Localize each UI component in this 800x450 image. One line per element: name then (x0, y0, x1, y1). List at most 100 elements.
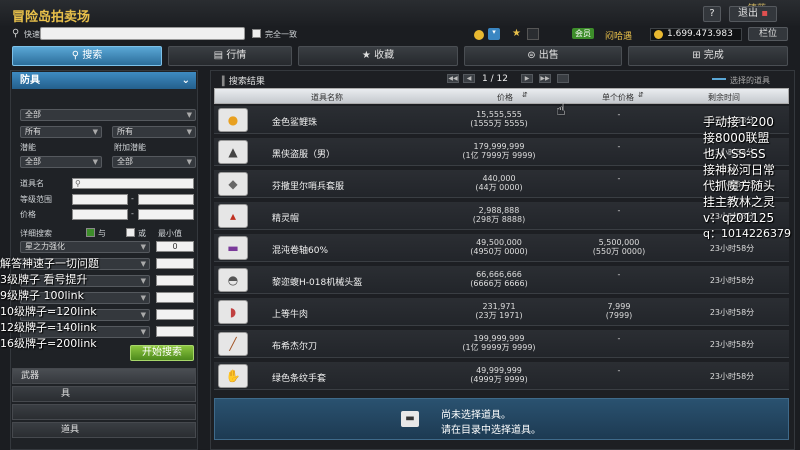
item-name: 黎迩蝮H-018机械头盔 (272, 278, 363, 288)
stat-min-input-5[interactable] (156, 309, 194, 320)
category-weapon[interactable]: 武器 (12, 368, 196, 384)
or-label: 或 (138, 229, 146, 238)
col-unit-price[interactable]: 单个价格 (602, 92, 634, 103)
job-select[interactable]: 所有 ▼ (112, 126, 196, 138)
subcategory-select[interactable]: 全部 ▼ (20, 109, 196, 121)
item-name-label: 道具名 (20, 179, 44, 188)
item-name: 金色鲨鲤珠 (272, 118, 318, 128)
overlay-line: 也从 SS-SS (703, 147, 766, 161)
stat-min-input-1[interactable]: 0 (156, 241, 194, 252)
tab-favorites[interactable]: ★ 收藏 (298, 46, 458, 66)
item-price: 440,000 (44万 0000) (475, 174, 523, 192)
armor-icon: ▲ (218, 140, 248, 164)
chevron-down-icon: ⌄ (181, 75, 190, 86)
first-page-button[interactable]: ◀◀ (447, 74, 459, 83)
item-price: 66,666,666 (6666万 6666) (470, 270, 528, 288)
chevron-down-icon: ▼ (140, 294, 146, 302)
or-radio[interactable] (126, 228, 135, 237)
stat-min-input-4[interactable] (156, 292, 194, 303)
stat-select-1[interactable]: 星之力强化 ▼ (20, 241, 150, 253)
min-value-label: 最小值 (158, 229, 182, 238)
page-indicator: 1 / 12 (482, 74, 508, 84)
magnifier-icon: ⚲ (12, 28, 20, 39)
add-potential-select[interactable]: 全部 ▼ (112, 156, 196, 168)
and-radio[interactable] (86, 228, 95, 237)
hat-icon: ▴ (218, 204, 248, 228)
category-item-b[interactable]: 具 (12, 386, 196, 402)
item-unit-price: - (617, 270, 621, 279)
quick-search-input[interactable] (40, 27, 245, 40)
refresh-button[interactable] (557, 74, 569, 83)
item-name: 混沌卷轴60% (272, 246, 329, 256)
chevron-down-icon: ▼ (140, 311, 146, 319)
col-price[interactable]: 价格 (497, 92, 513, 103)
range-dash: - (131, 209, 134, 218)
table-row[interactable]: ◓ 黎迩蝮H-018机械头盔 66,666,666 (6666万 6666) - 23小时… (214, 266, 789, 294)
category-item-c[interactable]: 道具 (12, 422, 196, 438)
tab-search[interactable]: ⚲ 搜索 (12, 46, 162, 66)
title-bar (0, 0, 800, 26)
item-price: 2,988,888 (298万 8888) (472, 206, 526, 224)
tab-complete[interactable]: ⊞ 完成 (628, 46, 788, 66)
potential-label: 潜能 (20, 143, 36, 152)
stat-min-input-3[interactable] (156, 275, 194, 286)
level-min-input[interactable] (72, 194, 128, 205)
category-dropdown[interactable]: 防具 ⌄ (12, 72, 196, 89)
category-item-empty[interactable] (12, 404, 196, 420)
storage-button[interactable]: 栏位 (748, 27, 788, 41)
sort-icon[interactable]: ⇵ (522, 91, 528, 99)
sort-icon[interactable]: ⇵ (638, 91, 644, 99)
auction-window: 冒险岛拍卖场 铸蓝 ? 退出 ▪ ⚲ 快速搜索 完全一致 ▾ ★ 会员 闷哈遇 … (0, 0, 800, 450)
exit-icon: ▪ (761, 8, 768, 19)
prev-page-button[interactable]: ◀ (463, 74, 475, 83)
dropdown-icon[interactable]: ▾ (488, 28, 500, 40)
item-time-left: 23小时58分 (709, 308, 755, 317)
chevron-down-icon: ▼ (186, 128, 192, 136)
item-unit-price: - (617, 366, 621, 375)
gold-fish-icon: ● (218, 108, 248, 132)
detail-search-label: 详细搜索 (20, 229, 52, 238)
item-name: 精灵帽 (272, 214, 300, 224)
item-price: 15,555,555 (1555万 5555) (470, 110, 528, 128)
chevron-down-icon: ▼ (92, 128, 98, 136)
overlay-line: 解答神速子一切问题 (0, 257, 99, 270)
item-name: 芬撒里尔哨兵套服 (272, 182, 345, 192)
stat-min-input-6[interactable] (156, 326, 194, 337)
coin-icon (474, 30, 484, 40)
item-time-left: 23小时58分 (709, 340, 755, 349)
class-select[interactable]: 所有 ▼ (20, 126, 102, 138)
overlay-line: q：1014226379 (703, 227, 791, 240)
item-unit-price: - (617, 142, 621, 151)
item-price: 49,999,999 (4999万 9999) (470, 366, 528, 384)
next-page-button[interactable]: ▶ (521, 74, 533, 83)
item-unit-price: 5,500,000 (550万 0000) (592, 238, 646, 256)
col-name[interactable]: 道具名称 (311, 92, 343, 103)
help-button[interactable]: ? (703, 6, 721, 22)
last-page-button[interactable]: ▶▶ (539, 74, 551, 83)
item-time-left: 23小时58分 (709, 276, 755, 285)
price-max-input[interactable] (138, 209, 194, 220)
item-price: 231,971 (23万 1971) (475, 302, 523, 320)
overlay-line: 接8000联盟 (703, 131, 770, 145)
chevron-down-icon: ▼ (140, 243, 146, 251)
potential-select[interactable]: 全部 ▼ (20, 156, 102, 168)
table-row[interactable]: ◗ 上等牛肉 231,971 (23万 1971) 7,999 (7999) 23小时58分 (214, 298, 789, 326)
level-max-input[interactable] (138, 194, 194, 205)
tab-sell[interactable]: ⊜ 出售 (464, 46, 622, 66)
search-icon: ⚲ (71, 50, 83, 61)
table-row[interactable]: ✋ 绿色条纹手套 49,999,999 (4999万 9999) - 23小时58分 (214, 362, 789, 390)
price-min-input[interactable] (72, 209, 128, 220)
chevron-down-icon: ▼ (92, 158, 98, 166)
item-price: 179,999,999 (1亿 7999万 9999) (462, 142, 536, 160)
stat-min-input-2[interactable] (156, 258, 194, 269)
member-badge: 会员 (572, 28, 594, 39)
exit-button[interactable]: 退出 ▪ (729, 6, 777, 22)
exact-match-checkbox[interactable] (252, 29, 261, 38)
empty-slot[interactable] (527, 28, 539, 40)
table-row[interactable]: ╱ 布希杰尔刀 199,999,999 (1亿 9999万 9999) - 23小时58分 (214, 330, 789, 358)
tab-market[interactable]: ▤ 行情 (168, 46, 292, 66)
start-search-button[interactable]: 开始搜索 (130, 345, 194, 361)
col-time[interactable]: 剩余时间 (708, 92, 740, 103)
helmet-icon: ◓ (218, 268, 248, 292)
item-name-input[interactable]: ⚲ (72, 178, 194, 189)
